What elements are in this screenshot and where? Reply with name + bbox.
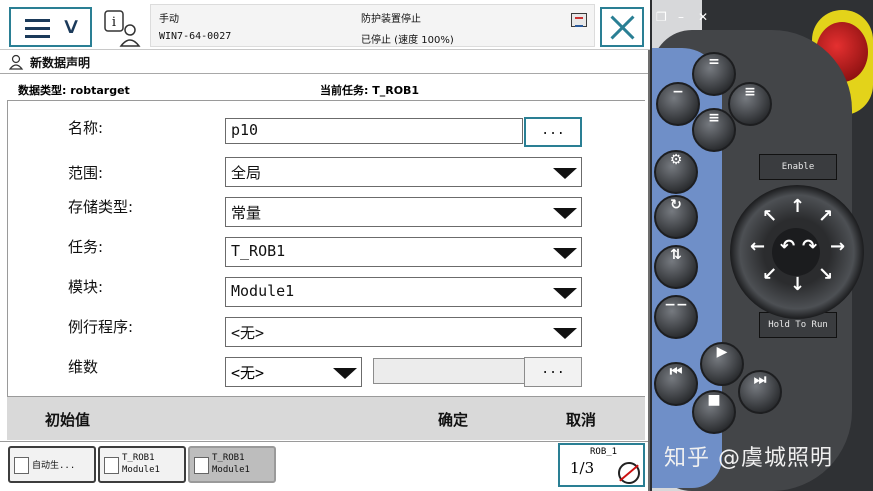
current-task-label: 当前任务: T_ROB1 [320, 84, 420, 97]
stop-mode-icon [618, 462, 640, 484]
initial-value-button[interactable]: 初始值 [45, 409, 90, 430]
teach-pendant-hardware: ❐ – ✕ = − ≡ ≡ ⚙ ↻ ⇅ −− ▶ ⏮ ⏭ ■ Enable Ho… [652, 0, 873, 491]
watermark: 知乎 @虞城照明 [664, 446, 833, 471]
declaration-info-row: 数据类型: robtarget 当前任务: T_ROB1 [0, 80, 648, 100]
app-window-icon [14, 457, 29, 474]
dropdown-arrow-icon [551, 202, 579, 222]
storage-dropdown[interactable]: 常量 [225, 197, 582, 227]
dimension-size-input [373, 358, 525, 384]
flexpendant-screen: ∨ i 手动 WIN7-64-0027 防护装置停止 已停止 (速度 100%)… [0, 0, 650, 491]
safety-status: 防护装置停止 [361, 14, 421, 25]
task-label: 任务: [68, 238, 104, 256]
dropdown-arrow-icon [551, 322, 579, 342]
close-window-icon[interactable]: ✕ [698, 10, 711, 24]
dimension-value: <无> [231, 364, 265, 382]
arrow-up-icon: ↑ [790, 196, 806, 217]
module-value: Module1 [231, 282, 295, 300]
taskbar-item-autogen[interactable]: 自动生... [8, 446, 96, 483]
taskbar-item-label: T_ROB1 Module1 [212, 453, 250, 475]
status-panel[interactable]: 手动 WIN7-64-0027 防护装置停止 已停止 (速度 100%) [150, 4, 595, 47]
step-backward-key[interactable]: ⏮ [654, 362, 698, 406]
operating-mode: 手动 [159, 14, 179, 25]
routine-dropdown[interactable]: <无> [225, 317, 582, 347]
arrow-right-icon: → [830, 236, 846, 257]
quickset-speed: 1/3 [570, 459, 595, 477]
enable-label: Enable [759, 154, 837, 180]
user-data-icon [9, 54, 24, 70]
taskbar-item-label: T_ROB1 Module1 [122, 453, 160, 475]
name-input[interactable]: p10 [225, 118, 523, 144]
action-bar: 初始值 确定 取消 [7, 396, 645, 440]
toggle-motion-mode-key[interactable]: ↻ [654, 195, 698, 239]
event-log-icon [571, 13, 587, 27]
name-edit-button[interactable]: ... [524, 117, 582, 147]
data-type-label: 数据类型: robtarget [18, 84, 130, 97]
taskbar: 自动生... T_ROB1 Module1 T_ROB1 Module1 [0, 441, 648, 491]
taskbar-item-label: 自动生... [32, 461, 76, 471]
programmable-key-3[interactable]: ≡ [728, 82, 772, 126]
dimension-dropdown[interactable]: <无> [225, 357, 362, 387]
program-editor-icon [104, 457, 119, 474]
hamburger-icon [25, 19, 50, 38]
dropdown-arrow-icon [551, 242, 579, 262]
window-title-bar: 新数据声明 [0, 51, 648, 74]
taskbar-item-program[interactable]: T_ROB1 Module1 [98, 446, 186, 483]
select-mechanical-unit-key[interactable]: ⚙ [654, 150, 698, 194]
rotate-cw-icon: ↷ [802, 236, 818, 257]
arrow-down-right-icon: ↘ [818, 264, 834, 285]
controller-name: WIN7-64-0027 [159, 31, 232, 42]
quickset-robot: ROB_1 [590, 447, 618, 457]
module-dropdown[interactable]: Module1 [225, 277, 582, 307]
increment-key[interactable]: −− [654, 295, 698, 339]
routine-label: 例行程序: [68, 318, 134, 336]
start-key[interactable]: ▶ [700, 342, 744, 386]
dropdown-arrow-icon [551, 282, 579, 302]
scope-label: 范围: [68, 164, 104, 182]
quickset-button[interactable]: ROB_1 1/3 [558, 443, 645, 487]
task-value: T_ROB1 [231, 242, 286, 260]
program-data-icon [194, 457, 209, 474]
ok-button[interactable]: 确定 [438, 409, 468, 430]
close-button[interactable] [600, 7, 644, 47]
scope-dropdown[interactable]: 全局 [225, 157, 582, 187]
arrow-up-left-icon: ↖ [762, 206, 778, 227]
window-title: 新数据声明 [30, 56, 91, 70]
routine-value: <无> [231, 324, 265, 342]
arrow-up-right-icon: ↗ [818, 206, 834, 227]
name-label: 名称: [68, 119, 104, 137]
arrow-down-icon: ↓ [790, 274, 806, 295]
declaration-form: 名称: p10 ... 范围: 全局 存储类型: 常量 任务: T_ROB1 模… [7, 100, 645, 396]
restore-window-icon[interactable]: ❐ [656, 10, 669, 24]
dimension-label: 维数 [68, 358, 99, 376]
storage-value: 常量 [231, 204, 262, 222]
step-forward-key[interactable]: ⏭ [738, 370, 782, 414]
cancel-button[interactable]: 取消 [566, 409, 596, 430]
dimension-edit-button: ... [524, 357, 582, 387]
run-state: 已停止 (速度 100%) [361, 35, 454, 46]
toggle-increment-key[interactable]: ⇅ [654, 245, 698, 289]
stop-key[interactable]: ■ [692, 390, 736, 434]
name-value: p10 [231, 121, 259, 139]
minimize-window-icon[interactable]: – [678, 10, 691, 24]
abb-menu-button[interactable]: ∨ [9, 7, 92, 47]
module-label: 模块: [68, 278, 104, 296]
dropdown-arrow-icon [551, 162, 579, 182]
scope-value: 全局 [231, 164, 262, 182]
taskbar-item-program-data[interactable]: T_ROB1 Module1 [188, 446, 276, 483]
dropdown-arrow-icon [331, 362, 359, 382]
task-dropdown[interactable]: T_ROB1 [225, 237, 582, 267]
svg-text:i: i [112, 15, 116, 30]
rotate-ccw-icon: ↶ [780, 236, 796, 257]
top-bar: ∨ i 手动 WIN7-64-0027 防护装置停止 已停止 (速度 100%) [0, 0, 650, 50]
info-user-icon[interactable]: i [104, 10, 142, 48]
arrow-left-icon: ← [750, 236, 766, 257]
chevron-down-icon: ∨ [60, 14, 82, 39]
arrow-down-left-icon: ↙ [762, 264, 778, 285]
storage-label: 存储类型: [68, 198, 134, 216]
programmable-key-4[interactable]: ≡ [692, 108, 736, 152]
